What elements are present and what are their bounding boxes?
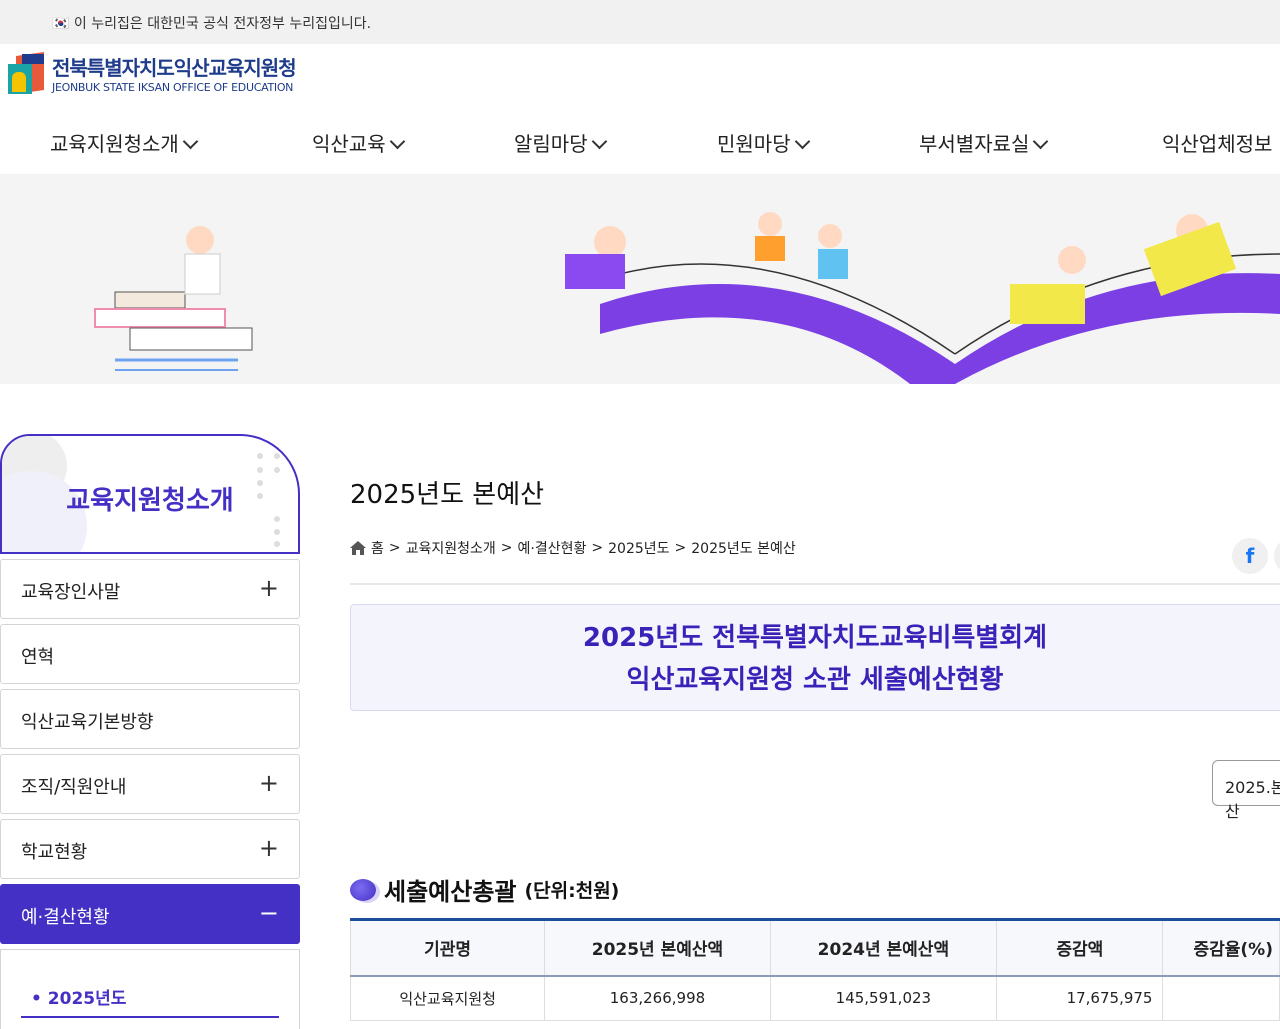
- breadcrumb-current: 2025년도 본예산: [691, 538, 795, 558]
- section-heading: 세출예산총괄 (단위:천원): [350, 872, 619, 907]
- breadcrumb-sep: >: [389, 540, 401, 556]
- plus-icon: +: [259, 838, 279, 858]
- sidebar-header: 교육지원청소개: [0, 434, 300, 554]
- cell-2025: 163,266,998: [545, 976, 770, 1021]
- breadcrumb-sep: >: [501, 540, 513, 556]
- breadcrumb-home[interactable]: 홈: [371, 538, 384, 558]
- korea-flag-icon: 🇰🇷: [52, 16, 69, 32]
- summary-line-1: 2025년도 전북특별자치도교육비특별회계: [351, 617, 1279, 659]
- cell-rate: [1163, 976, 1280, 1021]
- chevron-down-icon: [389, 134, 405, 150]
- cell-2024: 145,591,023: [770, 976, 996, 1021]
- breadcrumb-sep: >: [675, 540, 687, 556]
- col-header: 증감율(%): [1163, 920, 1280, 976]
- section-title: 세출예산총괄: [384, 872, 516, 907]
- table-header-row: 기관명 2025년 본예산액 2024년 본예산액 증감액 증감율(%): [351, 920, 1280, 976]
- page-title: 2025년도 본예산: [350, 474, 544, 511]
- sidebar-item-direction[interactable]: 익산교육기본방향: [0, 689, 300, 749]
- chevron-down-icon: [794, 134, 810, 150]
- summary-line-2: 익산교육지원청 소관 세출예산현황: [351, 659, 1279, 701]
- gov-notice-bar: 🇰🇷 이 누리집은 대한민국 공식 전자정부 누리집입니다.: [0, 0, 1280, 44]
- main-nav: 교육지원청소개 익산교육 알림마당 민원마당 부서별자료실 익산업체정보: [0, 128, 1280, 174]
- nav-item-civil[interactable]: 민원마당: [717, 128, 808, 157]
- home-icon[interactable]: [350, 541, 366, 555]
- breadcrumb-budget[interactable]: 예·결산현황: [518, 538, 587, 558]
- sidebar-item-organization[interactable]: 조직/직원안내+: [0, 754, 300, 814]
- plus-icon: +: [259, 773, 279, 793]
- nav-item-business[interactable]: 익산업체정보: [1162, 128, 1272, 157]
- logo-name-en: JEONBUK STATE IKSAN OFFICE OF EDUCATION: [52, 81, 296, 94]
- breadcrumb-sep: >: [591, 540, 603, 556]
- sidebar-item-schools[interactable]: 학교현황+: [0, 819, 300, 879]
- table-row: 익산교육지원청 163,266,998 145,591,023 17,675,9…: [351, 976, 1280, 1021]
- col-header: 2024년 본예산액: [770, 920, 996, 976]
- nav-item-intro[interactable]: 교육지원청소개: [50, 128, 196, 157]
- breadcrumb: 홈 > 교육지원청소개 > 예·결산현황 > 2025년도 > 2025년도 본…: [350, 538, 796, 558]
- budget-select[interactable]: 2025.본예산: [1212, 760, 1280, 806]
- divider: [350, 583, 1280, 585]
- budget-table: 기관명 2025년 본예산액 2024년 본예산액 증감액 증감율(%) 익산교…: [350, 918, 1280, 1021]
- share-button[interactable]: [1274, 538, 1280, 574]
- minus-icon: −: [259, 903, 279, 923]
- nav-item-notice[interactable]: 알림마당: [514, 128, 605, 157]
- cell-change: 17,675,975: [997, 976, 1163, 1021]
- bullet-icon: [350, 879, 376, 901]
- summary-box: 2025년도 전북특별자치도교육비특별회계 익산교육지원청 소관 세출예산현황: [350, 604, 1280, 711]
- cell-agency: 익산교육지원청: [351, 976, 545, 1021]
- sidebar-submenu: • 2025년도: [0, 949, 300, 1029]
- chevron-down-icon: [1033, 134, 1049, 150]
- logo-mark-icon: [8, 52, 46, 94]
- col-header: 증감액: [997, 920, 1163, 976]
- logo[interactable]: 전북특별자치도익산교육지원청 JEONBUK STATE IKSAN OFFIC…: [8, 52, 296, 94]
- submenu-item-2025[interactable]: • 2025년도: [21, 984, 279, 1018]
- facebook-share-button[interactable]: f: [1232, 538, 1268, 574]
- sidebar-title: 교육지원청소개: [2, 480, 298, 517]
- logo-name-ko: 전북특별자치도익산교육지원청: [52, 52, 296, 81]
- kids-reading-illustration: [0, 174, 1280, 384]
- sidebar-item-history[interactable]: 연혁: [0, 624, 300, 684]
- sidebar-item-budget[interactable]: 예·결산현황−: [0, 884, 300, 944]
- plus-icon: +: [259, 578, 279, 598]
- chevron-down-icon: [183, 134, 199, 150]
- col-header: 2025년 본예산액: [545, 920, 770, 976]
- breadcrumb-2025[interactable]: 2025년도: [608, 538, 669, 558]
- section-unit: (단위:천원): [524, 876, 619, 903]
- gov-notice-text: 이 누리집은 대한민국 공식 전자정부 누리집입니다.: [74, 16, 371, 32]
- facebook-icon: f: [1246, 544, 1255, 568]
- nav-item-dept-data[interactable]: 부서별자료실: [919, 128, 1046, 157]
- banner-illustration: [0, 174, 1280, 384]
- chevron-down-icon: [591, 134, 607, 150]
- col-header: 기관명: [351, 920, 545, 976]
- sidebar-item-greeting[interactable]: 교육장인사말+: [0, 559, 300, 619]
- breadcrumb-intro[interactable]: 교육지원청소개: [406, 538, 496, 558]
- nav-item-education[interactable]: 익산교육: [312, 128, 403, 157]
